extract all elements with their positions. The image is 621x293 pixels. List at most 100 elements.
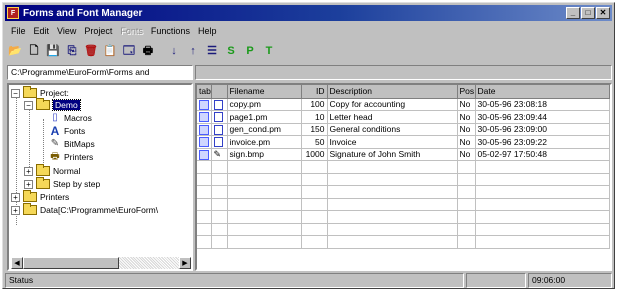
new-document-icon[interactable]: 🗋 [26,43,42,59]
tree-item-bitmaps[interactable]: ✎ BitMaps [49,138,95,150]
column-header-description[interactable]: Description [327,85,458,99]
empty-cell [475,160,610,174]
tree-item-macros[interactable]: ▯ Macros [49,112,92,124]
table-row-empty[interactable] [197,223,610,236]
cell-id: 100 [301,98,328,111]
letter-t-icon[interactable]: T [261,43,277,59]
maximize-button[interactable]: □ [581,7,595,19]
empty-cell [197,185,212,199]
table-row-empty[interactable] [197,160,610,174]
menu-view[interactable]: View [53,26,80,36]
table-row-empty[interactable] [197,173,610,186]
tree-connector [29,107,30,171]
menu-project[interactable]: Project [80,26,116,36]
cell-description: Signature of John Smith [327,148,458,161]
cell-date: 05-02-97 17:50:48 [475,148,610,161]
column-header-filename[interactable]: Filename [227,85,302,99]
menu-functions[interactable]: Functions [147,26,194,36]
empty-cell [457,198,476,211]
document-icon [211,123,228,136]
cell-pos: No [457,98,476,111]
scrollbar-thumb[interactable] [23,257,119,269]
title-bar[interactable]: F Forms and Font Manager _ □ ✕ [5,5,612,21]
project-tree[interactable]: − Project: − Demo ▯ Macros A Fonts ✎ Bit… [7,83,193,271]
expand-icon[interactable]: + [24,179,33,189]
window-title: Forms and Font Manager [23,7,143,19]
close-button[interactable]: ✕ [596,7,610,19]
column-header-tab[interactable]: tab [197,85,212,99]
table-row-empty[interactable] [197,235,610,249]
sort-ascending-icon[interactable]: ↓ [166,43,182,59]
tree-item-printers-demo[interactable]: 🖶 Printers [49,151,93,163]
table-row-empty[interactable] [197,185,610,199]
tree-item-label: Macros [64,113,92,123]
scrollbar-track[interactable] [119,257,179,269]
table-row-empty[interactable] [197,198,610,211]
cell-filename: page1.pm [227,110,302,124]
delete-icon[interactable]: 🗑 [83,43,99,59]
scroll-left-icon[interactable]: ◀ [11,257,23,269]
sort-descending-icon[interactable]: ↑ [185,43,201,59]
column-header-date[interactable]: Date [475,85,610,99]
tree-horizontal-scrollbar[interactable]: ◀ ▶ [11,257,191,269]
table-row[interactable]: gen_cond.pm 150 General conditions No 30-05-… [197,123,610,136]
document-icon [211,110,228,124]
table-row[interactable]: copy.pm 100 Copy for accounting No 30-05-96 … [197,98,610,111]
menu-fonts[interactable]: Fonts [116,26,147,36]
menu-file[interactable]: File [7,26,30,36]
empty-cell [197,235,212,249]
list-icon[interactable]: ☰ [204,43,220,59]
folder-icon [23,190,37,202]
folder-icon [36,164,50,176]
column-header-id[interactable]: ID [301,85,328,99]
open-folder-icon[interactable]: 📂 [7,43,23,59]
tree-item-fonts[interactable]: A Fonts [49,124,86,138]
menu-edit[interactable]: Edit [30,26,54,36]
tree-item-demo[interactable]: − Demo [24,98,81,111]
table-row[interactable]: ✎ sign.bmp 1000 Signature of John Smith No 05… [197,148,610,161]
minimize-button[interactable]: _ [566,7,580,19]
tree-item-label: Step by step [53,179,101,189]
empty-cell [457,235,476,249]
app-icon[interactable]: F [7,7,19,19]
expand-icon[interactable]: + [11,192,20,202]
paste-icon[interactable]: 📋 [102,43,118,59]
cell-description: Letter head [327,110,458,124]
empty-cell [211,160,228,174]
column-header-icon[interactable] [211,85,228,99]
scroll-right-icon[interactable]: ▶ [179,257,191,269]
empty-cell [457,223,476,236]
empty-cell [301,235,328,249]
tree-item-printers[interactable]: + Printers [11,190,69,203]
copy-icon[interactable]: ⎘ [64,43,80,59]
letter-p-icon[interactable]: P [242,43,258,59]
folder-icon [23,203,37,215]
font-icon: A [50,124,60,138]
empty-cell [327,235,458,249]
table-row-empty[interactable] [197,210,610,224]
print-icon[interactable]: 🖶 [140,43,156,59]
empty-cell [211,223,228,236]
path-field[interactable]: C:\Programme\EuroForm\Forms and [7,65,193,80]
tree-item-normal[interactable]: + Normal [24,164,80,177]
expand-icon[interactable]: + [24,166,33,176]
tree-item-step-by-step[interactable]: + Step by step [24,177,101,190]
empty-cell [327,223,458,236]
empty-cell [227,235,302,249]
tree-item-label: Data[C:\Programme\EuroForm\ [40,205,159,215]
document-icon [211,135,228,149]
letter-s-icon[interactable]: S [223,43,239,59]
table-row[interactable]: invoice.pm 50 Invoice No 30-05-96 23:09:22 [197,135,610,149]
tree-item-data[interactable]: + Data[C:\Programme\EuroForm\ [11,203,159,216]
tree-item-label: Printers [64,152,94,162]
document-icon [211,98,228,111]
menu-help[interactable]: Help [194,26,221,36]
properties-icon[interactable]: 🗔 [121,43,137,59]
column-header-pos[interactable]: Pos [457,85,476,99]
save-icon[interactable]: 💾 [45,43,61,59]
collapse-icon[interactable]: − [24,100,33,110]
table-row[interactable]: page1.pm 10 Letter head No 30-05-96 23:09:44 [197,110,610,124]
expand-icon[interactable]: + [11,205,20,215]
collapse-icon[interactable]: − [11,88,20,98]
cell-filename: invoice.pm [227,135,302,149]
